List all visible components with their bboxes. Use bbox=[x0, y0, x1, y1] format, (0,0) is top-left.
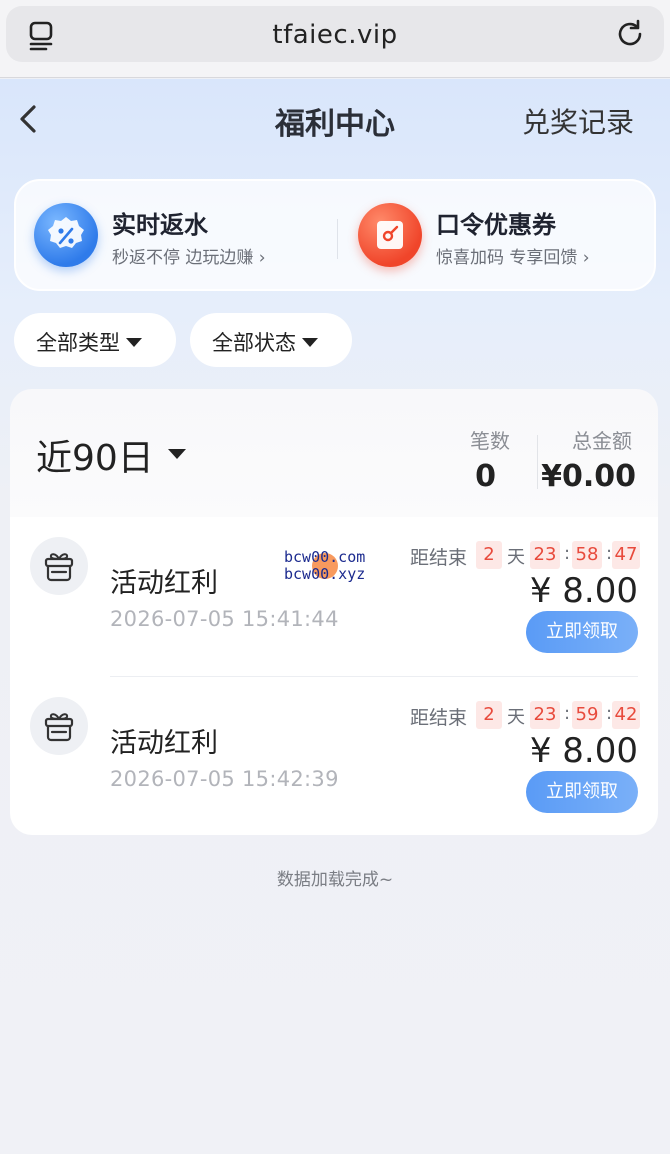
countdown-hours: 23 bbox=[530, 701, 560, 729]
reward-name: 活动红利 bbox=[110, 728, 218, 759]
reward-amount: ¥ 8.00 bbox=[529, 571, 638, 611]
countdown-separator: : bbox=[564, 703, 571, 724]
promo-title: 实时返水 bbox=[112, 211, 208, 239]
rebate-entry[interactable]: 实时返水 秒返不停 边玩边赚 › bbox=[34, 203, 334, 273]
caret-down-icon bbox=[302, 337, 318, 347]
list-item: 活动红利 2026-07-05 15:41:44 距结束 2 天 23 : 58… bbox=[10, 517, 658, 677]
welfare-center-page: 福利中心 兑奖记录 实时返水 秒返不停 边玩边赚 › 口令优惠券 惊喜加码 专享… bbox=[0, 79, 670, 1154]
browser-toolbar: tfaiec.vip bbox=[0, 0, 670, 78]
reward-name: 活动红利 bbox=[110, 568, 218, 599]
period-label: 近90日 bbox=[36, 438, 154, 479]
gift-box-icon bbox=[30, 537, 88, 595]
countdown-label: 距结束 bbox=[410, 707, 468, 729]
promo-card: 实时返水 秒返不停 边玩边赚 › 口令优惠券 惊喜加码 专享回馈 › bbox=[14, 179, 656, 291]
countdown-seconds: 47 bbox=[612, 541, 640, 569]
reload-icon[interactable] bbox=[614, 18, 646, 50]
promo-subtitle: 惊喜加码 专享回馈 › bbox=[436, 248, 590, 268]
filter-label: 全部类型 bbox=[36, 331, 120, 355]
percent-badge-icon bbox=[34, 203, 98, 267]
total-amount-label: 总金额 bbox=[572, 429, 632, 453]
countdown-days: 2 bbox=[476, 541, 502, 569]
reward-time: 2026-07-05 15:42:39 bbox=[110, 767, 339, 791]
nav-bar: 福利中心 兑奖记录 bbox=[0, 79, 670, 159]
caret-down-icon bbox=[167, 449, 186, 459]
countdown-label: 距结束 bbox=[410, 547, 468, 569]
count-value: 0 bbox=[475, 459, 496, 494]
countdown-separator: : bbox=[564, 543, 571, 564]
countdown-minutes: 59 bbox=[572, 701, 602, 729]
watermark-text: bcw00.com bbox=[284, 548, 366, 566]
countdown-days: 2 bbox=[476, 701, 502, 729]
load-complete-text: 数据加载完成~ bbox=[276, 870, 394, 890]
coupon-entry[interactable]: 口令优惠券 惊喜加码 专享回馈 › bbox=[358, 203, 648, 273]
claim-button[interactable]: 立即领取 bbox=[526, 611, 638, 653]
total-amount-value: ¥0.00 bbox=[541, 459, 636, 494]
status-filter-dropdown[interactable]: 全部状态 bbox=[190, 313, 352, 367]
claim-button[interactable]: 立即领取 bbox=[526, 771, 638, 813]
promo-title: 口令优惠券 bbox=[436, 211, 556, 239]
reward-amount: ¥ 8.00 bbox=[529, 731, 638, 771]
watermark: bcw00.com bcw00.xyz bbox=[284, 549, 384, 589]
period-selector[interactable]: 近90日 bbox=[36, 429, 186, 481]
summary-card: 近90日 笔数 0 总金额 ¥0.00 bbox=[10, 389, 658, 519]
countdown-seconds: 42 bbox=[612, 701, 640, 729]
countdown-minutes: 58 bbox=[572, 541, 602, 569]
gift-box-icon bbox=[30, 697, 88, 755]
promo-subtitle: 秒返不停 边玩边赚 › bbox=[112, 248, 266, 268]
filter-label: 全部状态 bbox=[212, 331, 296, 355]
day-unit: 天 bbox=[507, 707, 525, 728]
url-text[interactable]: tfaiec.vip bbox=[6, 20, 664, 50]
address-bar[interactable]: tfaiec.vip bbox=[6, 6, 664, 62]
day-unit: 天 bbox=[507, 547, 525, 568]
redeem-history-link[interactable]: 兑奖记录 bbox=[522, 101, 634, 141]
caret-down-icon bbox=[126, 337, 142, 347]
countdown-hours: 23 bbox=[530, 541, 560, 569]
coupon-icon bbox=[358, 203, 422, 267]
type-filter-dropdown[interactable]: 全部类型 bbox=[14, 313, 176, 367]
list-item: 活动红利 2026-07-05 15:42:39 距结束 2 天 23 : 59… bbox=[10, 677, 658, 837]
count-label: 笔数 bbox=[470, 429, 510, 453]
divider bbox=[337, 219, 338, 259]
watermark-text: bcw00.xyz bbox=[284, 565, 366, 583]
reward-time: 2026-07-05 15:41:44 bbox=[110, 607, 339, 631]
